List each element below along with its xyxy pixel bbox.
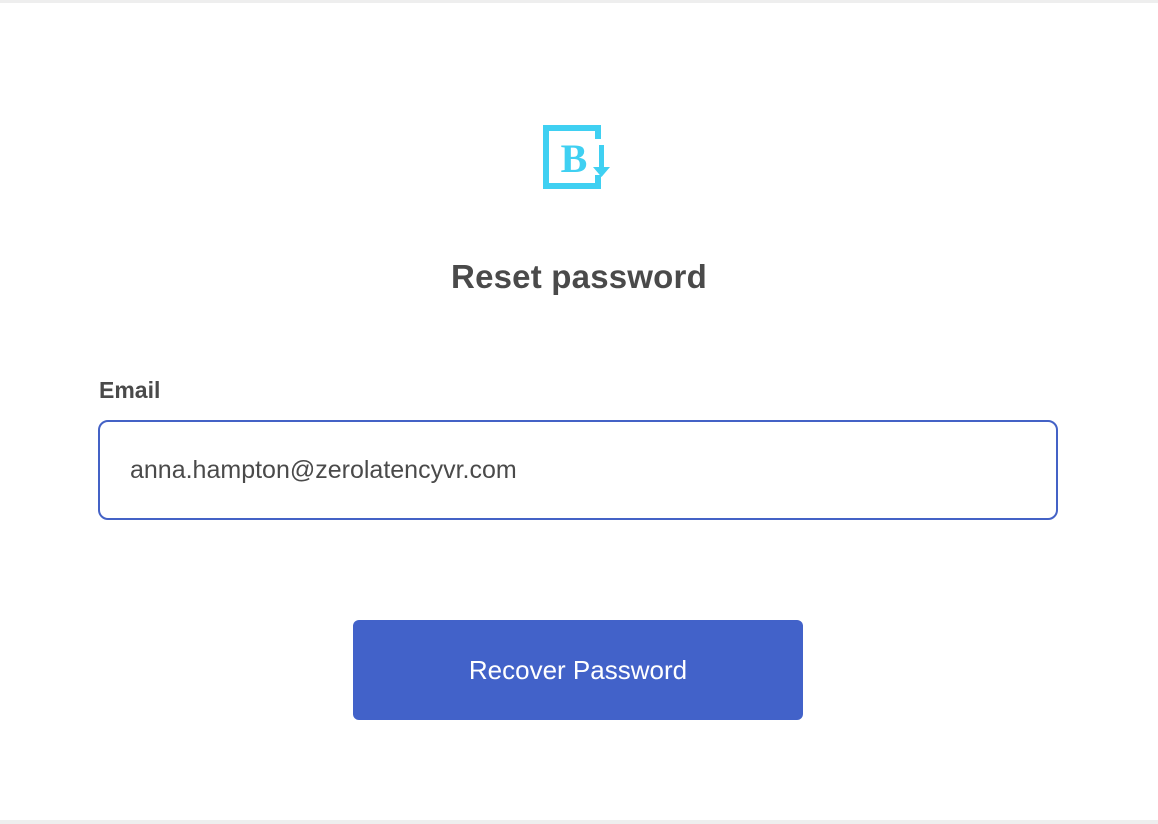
b-download-logo-icon: B: [543, 125, 610, 189]
recover-password-button[interactable]: Recover Password: [353, 620, 803, 720]
email-field[interactable]: [98, 420, 1058, 520]
page-title: Reset password: [451, 258, 707, 295]
top-divider: [0, 0, 1158, 3]
logo-letter: B: [561, 136, 588, 181]
reset-password-page: B Reset password Email Recover Password: [0, 0, 1158, 824]
email-label: Email: [99, 377, 161, 403]
bottom-divider: [0, 820, 1158, 824]
